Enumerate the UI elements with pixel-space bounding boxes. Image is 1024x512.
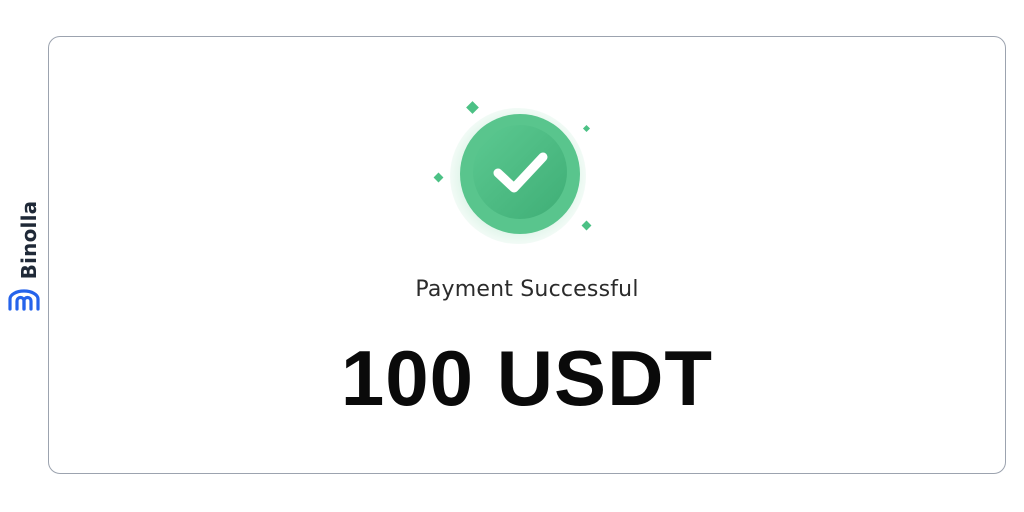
page: Binolla Payment Successful 100 USDT	[0, 0, 1024, 512]
check-circle-icon	[433, 101, 592, 244]
payment-amount: 100 USDT	[340, 334, 714, 422]
payment-status-text: Payment Successful	[415, 277, 639, 302]
brand-watermark: Binolla	[6, 196, 42, 316]
brand-name: Binolla	[17, 200, 41, 280]
binolla-logo-icon	[8, 289, 40, 311]
payment-card: Payment Successful 100 USDT	[48, 36, 1006, 474]
